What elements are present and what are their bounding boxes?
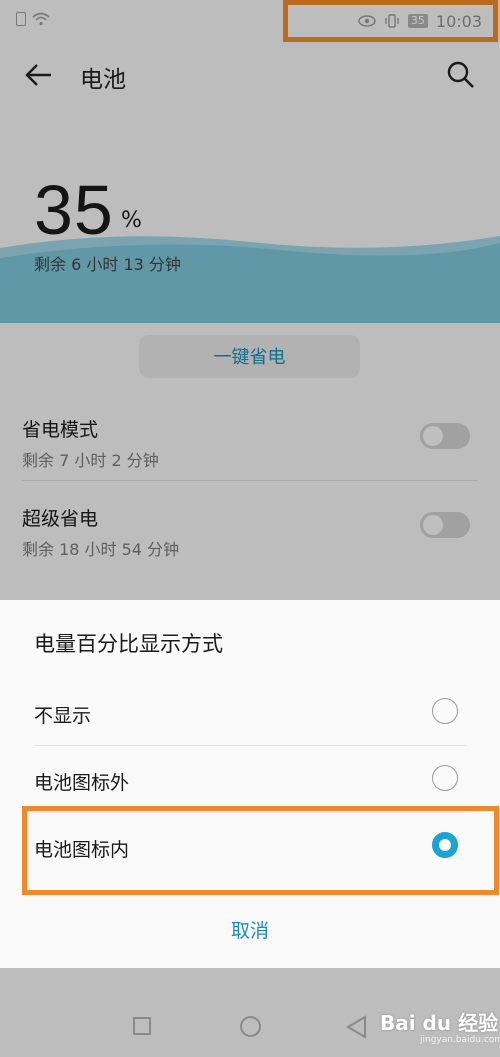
watermark-url: jingyan.baidu.com	[420, 1035, 500, 1045]
home-icon[interactable]	[240, 1016, 261, 1037]
option-label: 电池图标外	[34, 772, 130, 794]
option-label: 不显示	[34, 705, 92, 727]
option-label: 电池图标内	[34, 839, 130, 861]
baidu-watermark: Bai du 经验	[380, 1011, 499, 1035]
radio-button[interactable]	[432, 698, 458, 724]
option-divider	[34, 812, 466, 813]
radio-button[interactable]	[432, 765, 458, 791]
cancel-button[interactable]: 取消	[0, 916, 500, 943]
option-outside-icon[interactable]: 电池图标外	[34, 747, 466, 813]
option-hide[interactable]: 不显示	[34, 680, 466, 746]
navigation-bar: Bai du 经验 jingyan.baidu.com	[0, 995, 500, 1057]
dialog-title: 电量百分比显示方式	[34, 632, 223, 656]
option-divider	[34, 745, 466, 746]
recent-apps-icon[interactable]	[133, 1017, 151, 1035]
radio-button-selected[interactable]	[432, 832, 458, 858]
option-inside-icon[interactable]: 电池图标内	[34, 814, 466, 880]
percentage-display-dialog: 电量百分比显示方式 不显示 电池图标外 电池图标内 取消	[0, 600, 500, 968]
battery-settings-page: 35 10:03 电池 35 % 剩余 6 小时 13 分钟 一键省电 省电模式…	[0, 0, 500, 1057]
background-strip	[22, 968, 478, 990]
nav-back-icon[interactable]	[345, 1015, 367, 1039]
